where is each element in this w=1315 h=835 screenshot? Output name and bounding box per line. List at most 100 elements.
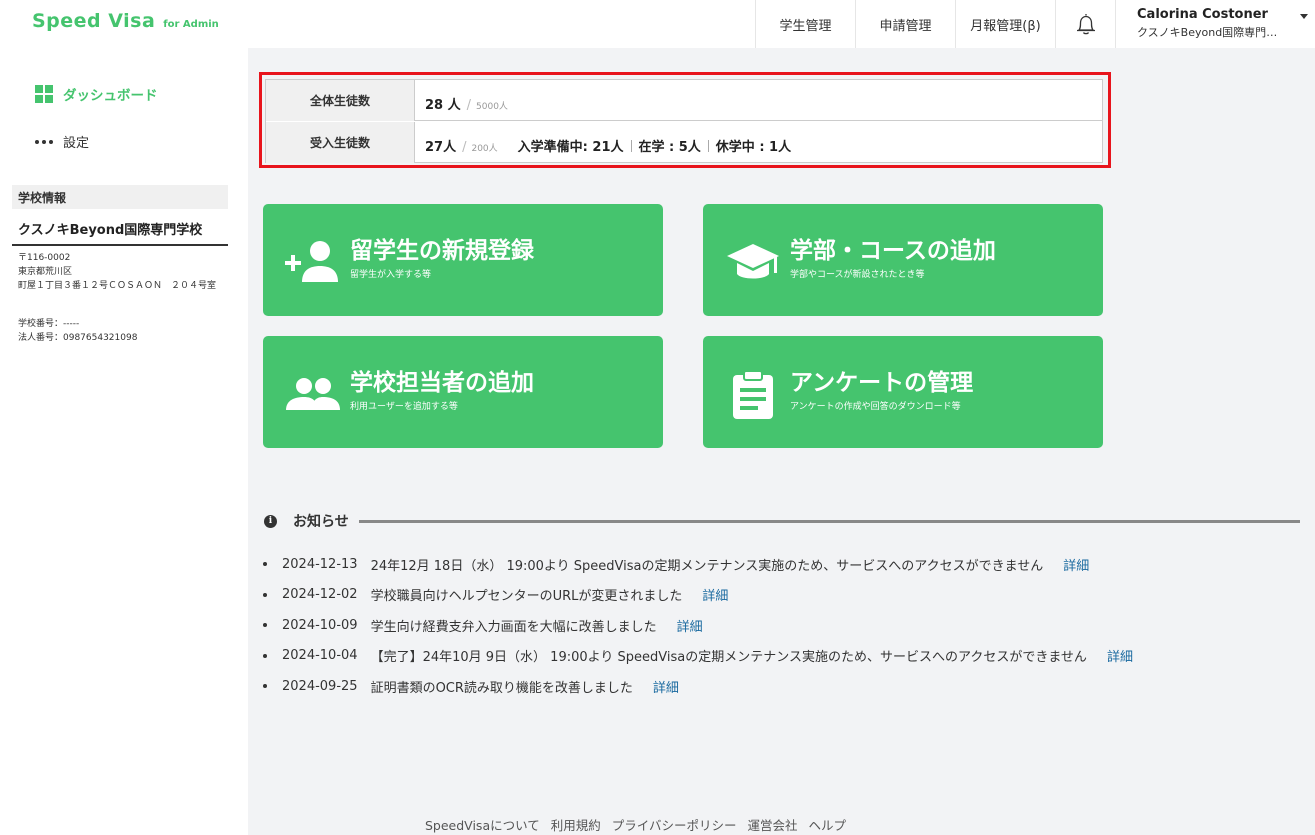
card-title: 学校担当者の追加: [350, 370, 534, 396]
news-text: 24年12月 18日（水） 19:00より SpeedVisaの定期メンテナンス…: [370, 558, 1044, 574]
news-date: 2024-12-13: [282, 556, 358, 572]
news-list: 2024-12-13 24年12月 18日（水） 19:00より SpeedVi…: [263, 549, 1133, 702]
address-line: 町屋１丁目３番１２号ＣＯＳＡＯＮ ２０４号室: [18, 281, 217, 291]
status-leave: 休学中 : 1人: [715, 140, 792, 155]
bullet: [263, 562, 267, 567]
top-header: Speed Visa for Admin 学生管理 申請管理 月報管理(β) C…: [0, 0, 1315, 48]
list-item: 2024-12-13 24年12月 18日（水） 19:00より SpeedVi…: [263, 549, 1133, 580]
divider: /: [466, 98, 472, 113]
graduation-cap-icon: [727, 244, 779, 279]
add-person-icon: [285, 241, 338, 282]
survey-management-card[interactable]: アンケートの管理 アンケートの作成や回答のダウンロード等: [703, 336, 1103, 448]
bullet: [263, 623, 267, 628]
news-text: 【完了】24年10月 9日（水） 19:00より SpeedVisaの定期メンテ…: [370, 650, 1087, 666]
user-name: Calorina Costoner: [1137, 7, 1268, 22]
student-stats-table: 全体生徒数 28 人 / 5000人 受入生徒数 27人 / 200人 入学準備…: [265, 79, 1103, 163]
news-detail-link[interactable]: 詳細: [653, 677, 679, 696]
news-date: 2024-10-09: [282, 617, 358, 633]
news-text: 学生向け経費支弁入力画面を大幅に改善しました: [370, 619, 657, 635]
address-line: 東京都荒川区: [18, 267, 73, 277]
accepted-students-value: 27人 / 200人 入学準備中: 21人 在学 : 5人 休学中 : 1人: [415, 122, 791, 163]
table-row: 全体生徒数 28 人 / 5000人: [266, 80, 1102, 121]
user-organization: クスノキBeyond国際専門学校: [1137, 26, 1287, 39]
news-text: 学校職員向けヘルプセンターのURLが変更されました: [370, 589, 683, 605]
news-title: お知らせ: [293, 514, 349, 530]
dashboard-grid-icon: [35, 85, 53, 103]
total-students-value: 28 人 / 5000人: [415, 80, 508, 120]
school-info-heading: 学校情報: [12, 185, 228, 209]
card-subtitle: 学部やコースが新設されたとき等: [790, 270, 925, 280]
notification-button[interactable]: [1055, 0, 1115, 48]
accepted-capacity: 200人: [471, 144, 498, 154]
people-group-icon: [286, 378, 340, 410]
add-staff-card[interactable]: 学校担当者の追加 利用ユーザーを追加する等: [263, 336, 663, 448]
bullet: [263, 592, 267, 597]
footer-link-terms[interactable]: 利用規約: [551, 815, 601, 834]
divider: [358, 519, 1300, 523]
sidebar-item-label: 設定: [63, 136, 90, 151]
sidebar: ダッシュボード 設定 学校情報 クスノキBeyond国際専門学校 〒116-00…: [0, 48, 248, 835]
school-name: クスノキBeyond国際専門学校: [12, 219, 228, 246]
logo-subtitle: for Admin: [163, 19, 219, 30]
app-logo[interactable]: Speed Visa for Admin: [32, 10, 219, 32]
list-item: 2024-09-25 証明書類のOCR読み取り機能を改善しました 詳細: [263, 671, 1133, 702]
list-item: 2024-10-04 【完了】24年10月 9日（水） 19:00より Spee…: [263, 641, 1133, 672]
school-address: 〒116-0002 東京都荒川区 町屋１丁目３番１２号ＣＯＳＡＯＮ ２０４号室: [18, 251, 223, 293]
accepted-count: 27人: [425, 140, 457, 155]
news-date: 2024-09-25: [282, 678, 358, 694]
logo-text: Speed Visa: [32, 10, 156, 32]
info-icon: i: [264, 514, 277, 528]
bullet: [263, 653, 267, 658]
footer-link-company[interactable]: 運営会社: [748, 815, 798, 834]
news-date: 2024-12-02: [282, 587, 358, 603]
total-capacity: 5000人: [476, 102, 508, 112]
footer-links: SpeedVisaについて 利用規約 プライバシーポリシー 運営会社 ヘルプ: [425, 815, 846, 834]
bell-icon: [1076, 14, 1095, 35]
news-header: i お知らせ: [264, 511, 1300, 531]
news-detail-link[interactable]: 詳細: [1063, 555, 1089, 574]
add-department-card[interactable]: 学部・コースの追加 学部やコースが新設されたとき等: [703, 204, 1103, 316]
school-number: 学校番号：-----: [18, 319, 80, 329]
address-line: 〒116-0002: [18, 253, 71, 263]
bullet: [263, 684, 267, 689]
footer-link-about[interactable]: SpeedVisaについて: [425, 815, 540, 834]
card-title: アンケートの管理: [790, 370, 974, 396]
register-student-card[interactable]: 留学生の新規登録 留学生が入学する等: [263, 204, 663, 316]
news-text: 証明書類のOCR読み取り機能を改善しました: [370, 680, 633, 696]
user-menu[interactable]: Calorina Costoner クスノキBeyond国際専門学校: [1115, 0, 1315, 48]
sidebar-item-label: ダッシュボード: [63, 88, 158, 104]
table-row: 受入生徒数 27人 / 200人 入学準備中: 21人 在学 : 5人 休学中 …: [266, 122, 1102, 163]
footer-link-privacy[interactable]: プライバシーポリシー: [612, 815, 737, 834]
card-subtitle: 留学生が入学する等: [350, 270, 432, 280]
footer-link-help[interactable]: ヘルプ: [809, 815, 847, 834]
list-item: 2024-10-09 学生向け経費支弁入力画面を大幅に改善しました 詳細: [263, 610, 1133, 641]
divider: [630, 139, 632, 152]
divider: /: [462, 140, 467, 155]
divider: [707, 139, 709, 152]
status-enrolled: 在学 : 5人: [638, 140, 701, 155]
card-subtitle: アンケートの作成や回答のダウンロード等: [790, 402, 961, 412]
news-detail-link[interactable]: 詳細: [677, 616, 703, 635]
news-detail-link[interactable]: 詳細: [702, 585, 728, 604]
accepted-students-label: 受入生徒数: [266, 122, 415, 163]
list-item: 2024-12-02 学校職員向けヘルプセンターのURLが変更されました 詳細: [263, 580, 1133, 611]
top-nav: 学生管理 申請管理 月報管理(β): [755, 0, 1115, 48]
card-title: 留学生の新規登録: [350, 238, 534, 264]
nav-application-management[interactable]: 申請管理: [855, 0, 955, 48]
sidebar-item-dashboard[interactable]: ダッシュボード: [35, 84, 158, 104]
status-preparing: 入学準備中: 21人: [517, 140, 624, 155]
news-detail-link[interactable]: 詳細: [1107, 646, 1133, 665]
corporate-number: 法人番号：0987654321098: [18, 333, 138, 343]
nav-student-management[interactable]: 学生管理: [755, 0, 855, 48]
clipboard-icon: [733, 370, 773, 419]
news-date: 2024-10-04: [282, 648, 358, 664]
school-ids: 学校番号：----- 法人番号：0987654321098: [18, 317, 137, 345]
total-count: 28 人: [425, 98, 461, 113]
total-students-label: 全体生徒数: [266, 80, 415, 121]
chevron-down-icon: [1300, 14, 1308, 19]
card-title: 学部・コースの追加: [790, 238, 996, 264]
more-dots-icon: [35, 139, 53, 144]
nav-monthly-report[interactable]: 月報管理(β): [955, 0, 1055, 48]
sidebar-item-settings[interactable]: 設定: [35, 132, 89, 151]
card-subtitle: 利用ユーザーを追加する等: [350, 402, 458, 412]
